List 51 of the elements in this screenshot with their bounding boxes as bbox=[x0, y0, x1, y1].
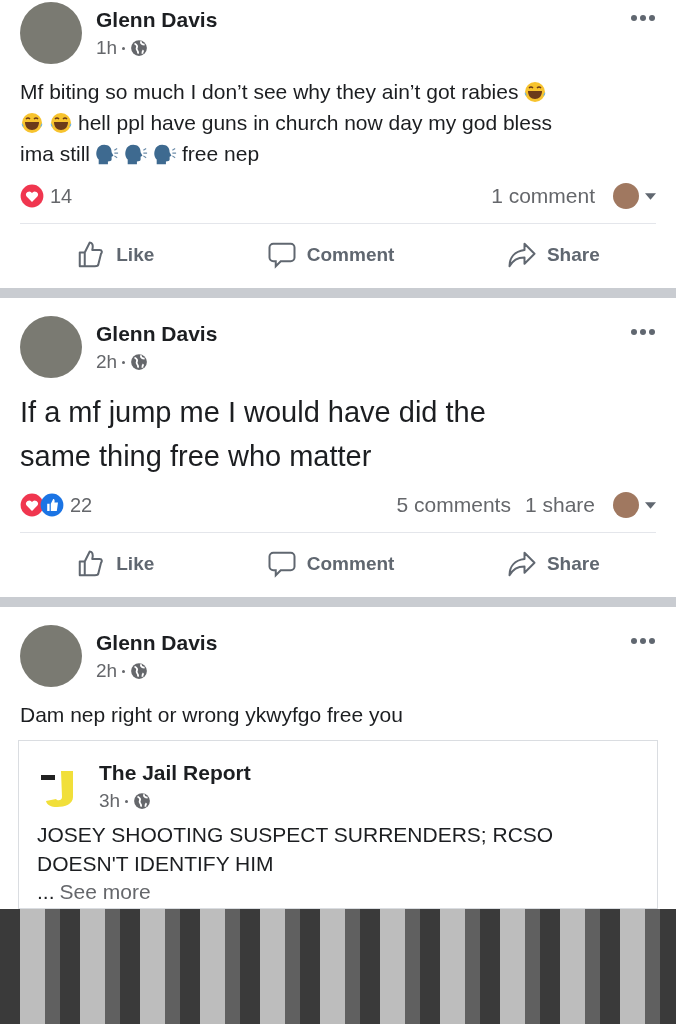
author-name[interactable]: Glenn Davis bbox=[96, 631, 218, 655]
share-arrow-icon bbox=[506, 549, 537, 579]
see-more-link[interactable]: See more bbox=[59, 880, 151, 903]
globe-icon bbox=[130, 353, 149, 371]
post-action-button[interactable]: Comment bbox=[258, 236, 403, 274]
post-time: 1h bbox=[96, 37, 118, 59]
more-options-icon[interactable] bbox=[630, 637, 656, 645]
author-name[interactable]: Glenn Davis bbox=[96, 8, 218, 32]
author-name[interactable]: Glenn Davis bbox=[96, 322, 218, 346]
globe-icon bbox=[130, 662, 149, 680]
engagement-count[interactable]: 1 share bbox=[524, 493, 595, 517]
speech-bubble-icon bbox=[266, 549, 297, 579]
globe-icon bbox=[130, 39, 149, 57]
reaction-count[interactable]: 14 bbox=[50, 184, 73, 208]
post-text: Mf biting so much I don’t see why they ain’t got rabies bbox=[20, 79, 519, 105]
post-action-button[interactable]: Share bbox=[498, 545, 608, 583]
post-action-button[interactable]: Like bbox=[68, 236, 163, 274]
speech-bubble-icon bbox=[266, 240, 297, 270]
post-action-button[interactable]: Share bbox=[498, 236, 608, 274]
post-text: Dam nep right or wrong ykwyfgo free you bbox=[20, 702, 403, 728]
heart-reaction-icon bbox=[20, 184, 44, 208]
ellipsis-text: ... bbox=[37, 880, 55, 903]
engagement-count[interactable]: 5 comments bbox=[396, 493, 511, 517]
post-text: same thing free who matter bbox=[20, 440, 372, 472]
share-arrow-icon bbox=[506, 240, 537, 270]
more-options-icon[interactable] bbox=[630, 14, 656, 22]
laughing-emoji-icon bbox=[20, 110, 44, 135]
heart-reaction-icon bbox=[20, 493, 44, 517]
engagement-count[interactable]: 1 comment bbox=[491, 184, 595, 208]
shared-headline: JOSEY SHOOTING SUSPECT SURRENDERS; RCSO DOESN'T IDENTIFY HIM bbox=[37, 822, 555, 877]
caret-icon[interactable] bbox=[645, 501, 656, 509]
viewer-avatar-photo-placeholder bbox=[613, 183, 639, 209]
post-action-button[interactable]: Like bbox=[68, 545, 163, 583]
photo-placeholder[interactable] bbox=[0, 909, 676, 1024]
post-time: 3h bbox=[99, 790, 121, 812]
post-action-button[interactable]: Comment bbox=[258, 545, 403, 583]
page-name[interactable]: The Jail Report bbox=[99, 761, 251, 785]
post-text: ima still bbox=[20, 141, 90, 167]
post-time: 2h bbox=[96, 660, 118, 682]
post-text: free nep bbox=[182, 141, 260, 167]
caret-icon[interactable] bbox=[645, 192, 656, 200]
laughing-emoji-icon bbox=[523, 79, 548, 104]
reaction-count[interactable]: 22 bbox=[70, 493, 93, 517]
post-time: 2h bbox=[96, 351, 118, 373]
thumbs-up-reaction-icon bbox=[40, 493, 64, 517]
globe-icon bbox=[133, 792, 152, 810]
viewer-avatar-photo-placeholder bbox=[613, 492, 639, 518]
laughing-emoji-icon bbox=[49, 110, 73, 135]
post-text: hell ppl have guns in church now day my god bless bbox=[78, 110, 552, 136]
more-options-icon[interactable] bbox=[630, 328, 656, 336]
post-text: If a mf jump me I would have did the bbox=[20, 396, 486, 428]
